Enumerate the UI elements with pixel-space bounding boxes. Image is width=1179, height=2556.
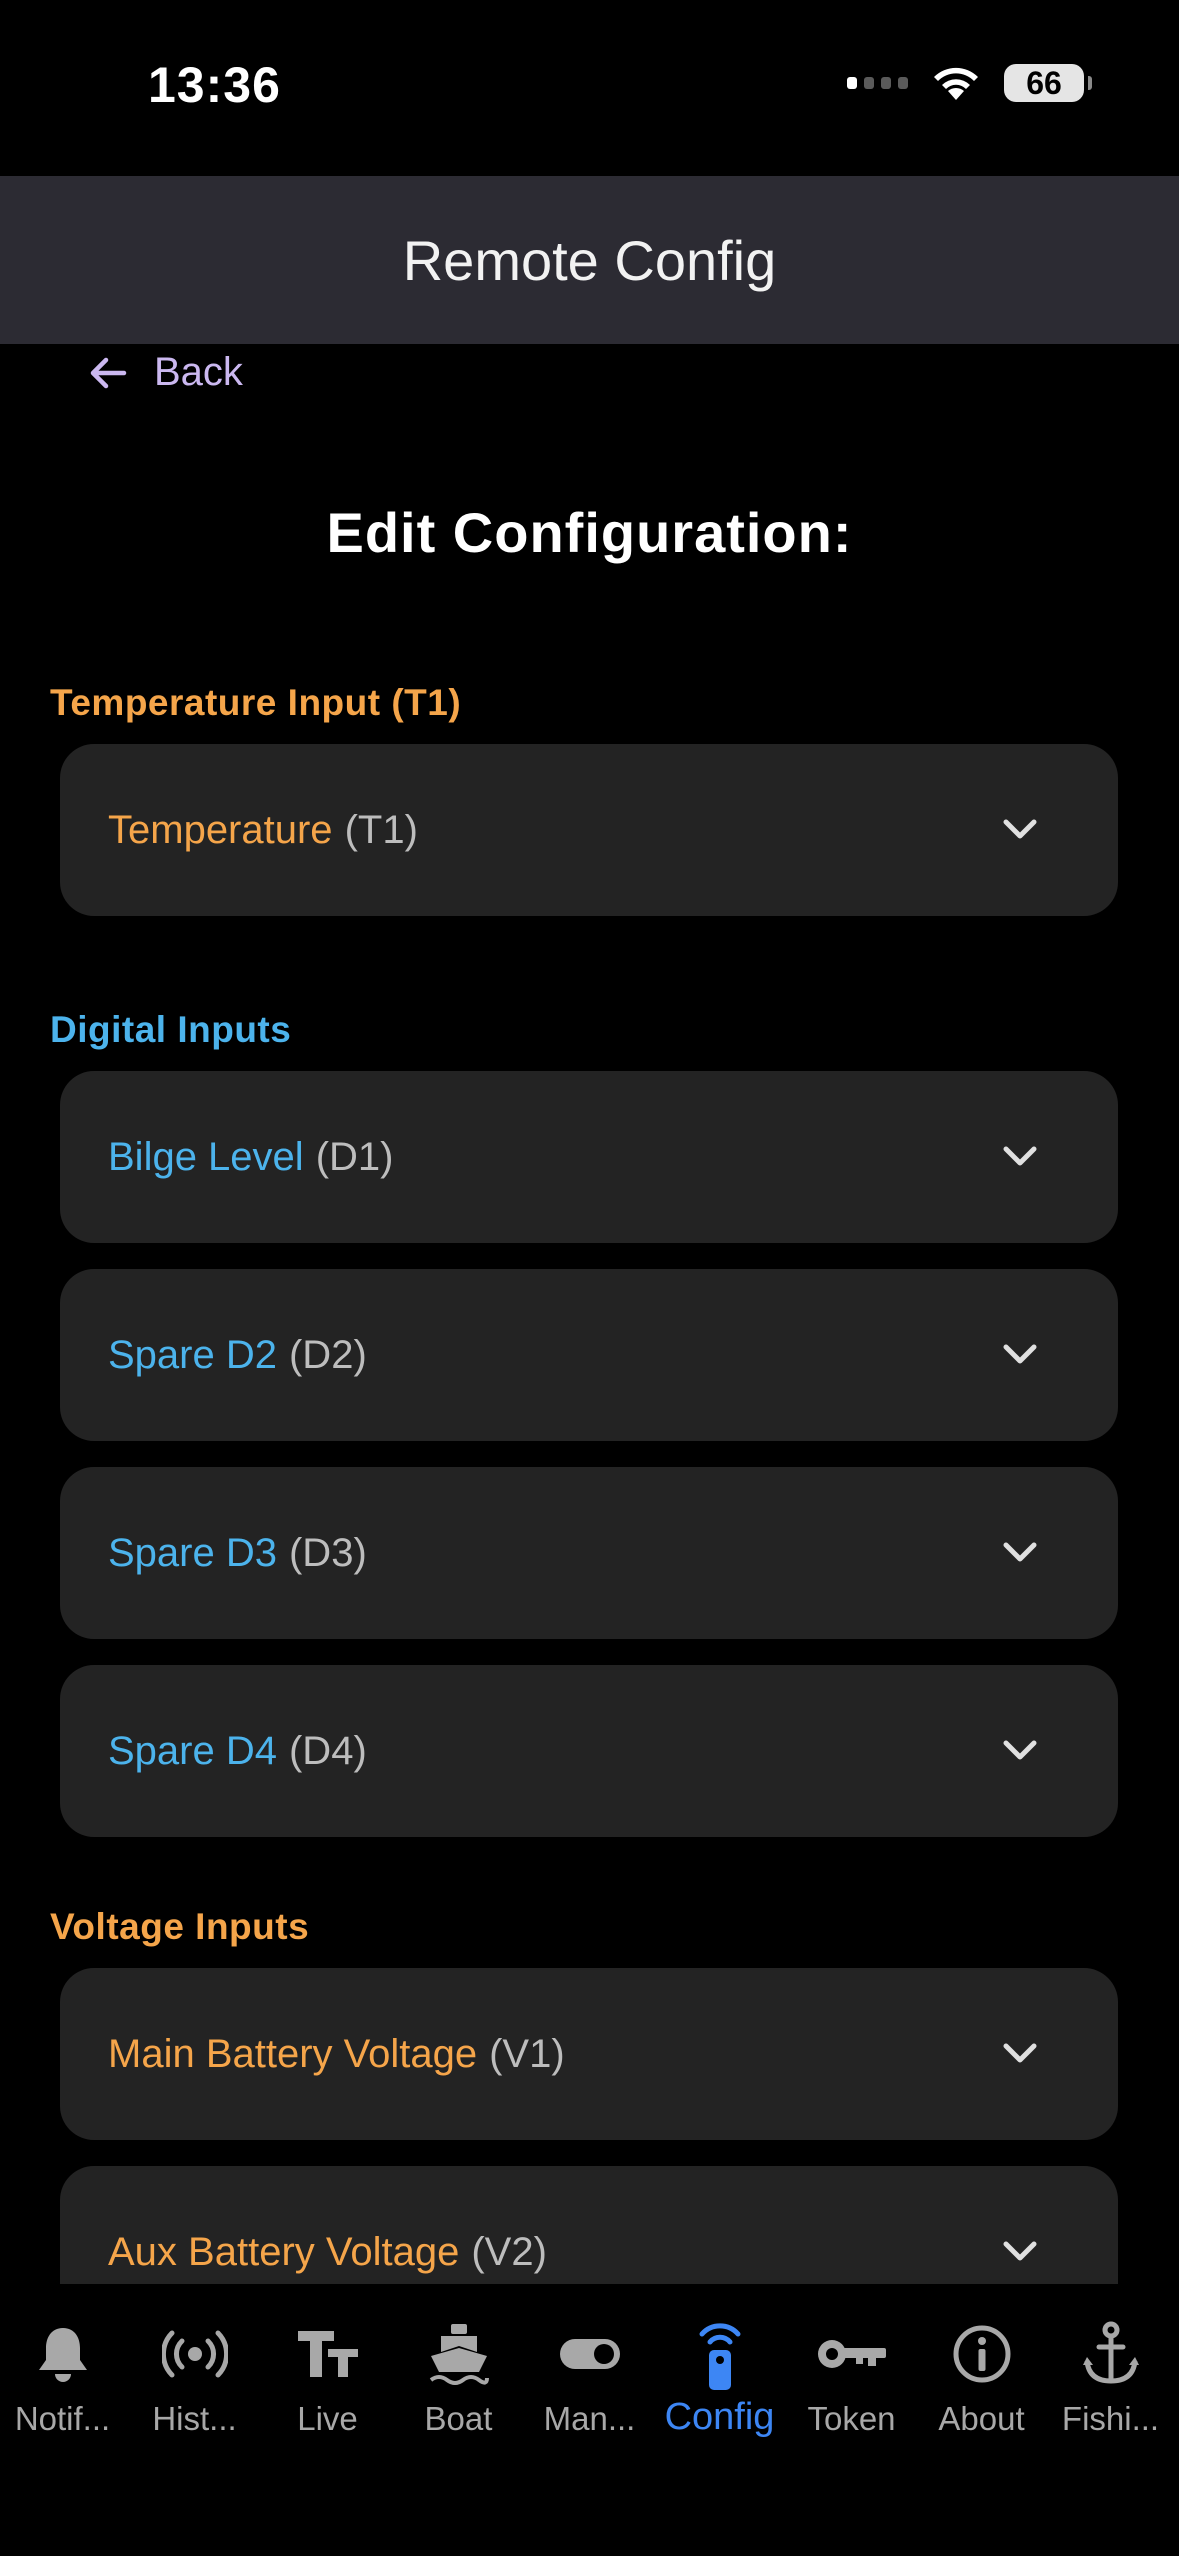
tab-fishing[interactable]: Fishi...: [1045, 2314, 1176, 2438]
text-size-icon: [297, 2331, 358, 2377]
section-label-temperature: Temperature Input (T1): [50, 682, 462, 723]
chevron-down-icon: [1003, 2043, 1037, 2063]
dropdown-main-battery-voltage[interactable]: Main Battery Voltage (V1): [60, 1968, 1118, 2140]
input-code: (D4): [288, 1728, 367, 1773]
tab-config[interactable]: Config: [654, 2314, 785, 2439]
cellular-signal-icon: [847, 77, 908, 89]
section-label-digital: Digital Inputs: [50, 1009, 292, 1050]
chevron-down-icon: [1003, 819, 1037, 839]
toggle-icon: [559, 2339, 620, 2369]
tab-notifications[interactable]: Notif...: [0, 2314, 128, 2438]
broadcast-icon: [161, 2330, 228, 2378]
back-label: Back: [154, 350, 243, 394]
battery-indicator: 66: [1004, 64, 1092, 102]
key-icon: [817, 2340, 886, 2368]
input-name: Main Battery Voltage: [108, 2031, 478, 2076]
input-name: Spare D3: [108, 1530, 277, 1575]
back-button[interactable]: Back: [88, 350, 243, 395]
input-name: Spare D4: [108, 1728, 277, 1773]
input-code: (V1): [489, 2031, 565, 2076]
chevron-down-icon: [1003, 2241, 1037, 2261]
status-bar: 13:36 66: [0, 0, 1179, 176]
chevron-down-icon: [1003, 1344, 1037, 1364]
remote-icon: [699, 2323, 740, 2390]
tab-history[interactable]: Hist...: [129, 2314, 260, 2438]
dropdown-temperature[interactable]: Temperature (T1): [60, 744, 1118, 916]
info-icon: [953, 2325, 1010, 2383]
input-code: (D3): [288, 1530, 367, 1575]
input-name: Spare D2: [108, 1332, 277, 1377]
arrow-left-icon: [90, 357, 127, 388]
input-code: (D2): [288, 1332, 367, 1377]
dropdown-spare-d2[interactable]: Spare D2 (D2): [60, 1269, 1118, 1441]
chevron-down-icon: [1003, 1542, 1037, 1562]
input-name: Aux Battery Voltage: [108, 2229, 460, 2274]
boat-icon: [429, 2324, 489, 2385]
section-label-voltage: Voltage Inputs: [50, 1906, 310, 1947]
header-title: Remote Config: [402, 228, 777, 292]
input-code: (T1): [344, 807, 418, 852]
anchor-icon: [1082, 2321, 1139, 2384]
dropdown-spare-d4[interactable]: Spare D4 (D4): [60, 1665, 1118, 1837]
tab-about[interactable]: About: [916, 2314, 1047, 2438]
tab-manual[interactable]: Man...: [524, 2314, 655, 2438]
input-name: Temperature: [108, 807, 333, 852]
chevron-down-icon: [1003, 1146, 1037, 1166]
wifi-icon: [934, 67, 978, 100]
input-code: (V2): [471, 2229, 547, 2274]
tab-live[interactable]: Live: [262, 2314, 393, 2438]
tab-boat[interactable]: Boat: [393, 2314, 524, 2438]
input-code: (D1): [315, 1134, 394, 1179]
page-title: Edit Configuration:: [326, 501, 853, 564]
status-time: 13:36: [148, 57, 281, 113]
input-name: Bilge Level: [108, 1134, 304, 1179]
dropdown-spare-d3[interactable]: Spare D3 (D3): [60, 1467, 1118, 1639]
bottom-tab-bar: Notif... Hist... Live Boat Man... Config…: [0, 2284, 1179, 2556]
bell-icon: [38, 2328, 87, 2382]
tab-token[interactable]: Token: [786, 2314, 917, 2438]
dropdown-bilge-level[interactable]: Bilge Level (D1): [60, 1071, 1118, 1243]
app-header: Remote Config: [0, 176, 1179, 344]
chevron-down-icon: [1003, 1740, 1037, 1760]
status-icons: 66: [847, 64, 1092, 102]
